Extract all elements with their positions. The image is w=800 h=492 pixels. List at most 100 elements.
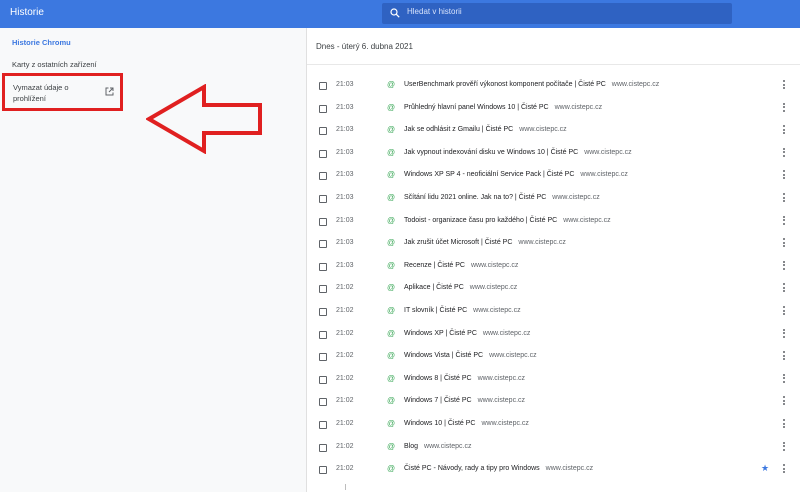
more-actions-icon[interactable] <box>781 79 787 91</box>
row-checkbox[interactable] <box>319 104 327 113</box>
row-checkbox[interactable] <box>319 443 327 452</box>
row-checkbox[interactable] <box>319 353 327 362</box>
page-link[interactable]: Windows XP | Čisté PC www.cistepc.cz <box>404 330 530 337</box>
more-actions-icon[interactable] <box>781 328 787 340</box>
history-row[interactable]: 21:03 @ Jak se odhlásit z Gmailu | Čisté P… <box>307 122 800 145</box>
history-row[interactable]: 21:03 @ Průhledný hlavní panel Windows 10 … <box>307 100 800 123</box>
more-actions-icon[interactable] <box>781 169 787 181</box>
row-checkbox[interactable] <box>319 217 327 226</box>
top-bar: Historie Hledat v historii <box>0 0 800 28</box>
clear-browsing-data-button[interactable]: Vymazat údaje o prohlížení <box>2 73 123 111</box>
visit-time: 21:03 <box>336 216 354 224</box>
more-actions-icon[interactable] <box>781 102 787 114</box>
history-row[interactable]: 21:02 @ Windows Vista | Čisté PC www.cistep… <box>307 348 800 371</box>
row-checkbox[interactable] <box>319 127 327 136</box>
more-actions-icon[interactable] <box>781 395 787 407</box>
history-row[interactable]: 21:02 @ Windows 7 | Čisté PC www.cistepc.cz <box>307 393 800 416</box>
more-actions-icon[interactable] <box>781 282 787 294</box>
row-checkbox[interactable] <box>319 172 327 181</box>
site-favicon-icon: @ <box>387 306 396 315</box>
annotation-arrow <box>146 84 262 154</box>
row-checkbox[interactable] <box>319 262 327 271</box>
search-input[interactable]: Hledat v historii <box>382 3 732 24</box>
site-favicon-icon: @ <box>387 283 396 293</box>
row-checkbox[interactable] <box>319 82 327 90</box>
row-checkbox[interactable] <box>319 195 327 203</box>
more-actions-icon[interactable] <box>781 147 787 159</box>
row-checkbox[interactable] <box>319 308 327 316</box>
page-domain: www.cistepc.cz <box>473 307 521 314</box>
more-actions-icon[interactable] <box>781 192 787 204</box>
history-row[interactable]: 21:03 @ Sčítání lidu 2021 online. Jak na t… <box>307 190 800 213</box>
page-link[interactable]: Recenze | Čisté PC www.cistepc.cz <box>404 262 518 269</box>
history-row[interactable]: 21:03 @ Jak zrušit účet Microsoft | Čisté … <box>307 235 800 258</box>
more-actions-icon[interactable] <box>781 350 787 362</box>
page-domain: www.cistepc.cz <box>482 329 531 337</box>
more-actions-icon[interactable] <box>781 418 787 430</box>
more-actions-icon[interactable] <box>781 373 787 385</box>
page-link[interactable]: Blog www.cistepc.cz <box>404 443 471 450</box>
history-row[interactable]: 21:02 @ IT slovník | Čisté PC www.cistepc.c… <box>307 303 800 326</box>
visit-time: 21:03 <box>336 81 354 88</box>
sidebar-item-chrome-history[interactable]: Historie Chromu <box>12 38 71 47</box>
history-row[interactable]: 21:02 @ Čisté PC - Návody, rady a tipy pro… <box>307 461 800 484</box>
page-domain: www.cistepc.cz <box>469 284 518 292</box>
more-actions-icon[interactable] <box>781 237 787 249</box>
more-actions-icon[interactable] <box>781 463 787 475</box>
page-link[interactable]: Windows XP SP 4 - neoficiální Service Pa… <box>404 171 628 178</box>
row-checkbox[interactable] <box>319 285 327 294</box>
page-title-text: UserBenchmark prověří výkonost komponent… <box>404 81 606 88</box>
more-actions-icon[interactable] <box>781 441 787 453</box>
page-link[interactable]: Jak vypnout indexování disku ve Windows … <box>404 149 632 156</box>
row-checkbox[interactable] <box>319 330 327 339</box>
page-link[interactable]: UserBenchmark prověří výkonost komponent… <box>404 81 659 88</box>
history-row[interactable]: 21:03 @ Recenze | Čisté PC www.cistepc.cz <box>307 258 800 281</box>
history-row[interactable]: 21:03 @ UserBenchmark prověří výkonost kom… <box>307 77 800 100</box>
history-row[interactable]: 21:03 @ Windows XP SP 4 - neoficiální Serv… <box>307 167 800 190</box>
row-checkbox[interactable] <box>319 240 327 249</box>
sidebar-item-other-devices[interactable]: Karty z ostatních zařízení <box>12 60 97 69</box>
more-actions-icon[interactable] <box>781 305 787 317</box>
visit-time: 21:02 <box>336 465 354 473</box>
page-link[interactable]: Windows 8 | Čisté PC www.cistepc.cz <box>404 375 525 382</box>
site-favicon-icon: @ <box>387 238 396 248</box>
page-link[interactable]: Windows Vista | Čisté PC www.cistepc.cz <box>404 352 537 359</box>
row-checkbox[interactable] <box>319 149 327 158</box>
site-favicon-icon: @ <box>387 419 396 428</box>
page-link[interactable]: Jak zrušit účet Microsoft | Čisté PC www.… <box>404 239 566 246</box>
visit-time: 21:02 <box>336 397 354 405</box>
more-actions-icon[interactable] <box>781 215 787 227</box>
history-row[interactable]: 21:02 @ Aplikace | Čisté PC www.cistepc.cz <box>307 280 800 303</box>
page-domain: www.cistepc.cz <box>518 239 566 247</box>
page-domain: www.cistepc.cz <box>424 442 472 450</box>
history-row[interactable]: 21:03 @ Todoist - organizace času pro každ… <box>307 213 800 236</box>
date-header-label: Dnes - úterý 6. dubna 2021 <box>316 42 413 51</box>
row-checkbox[interactable] <box>319 421 327 429</box>
visit-time: 21:03 <box>336 126 354 134</box>
page-domain: www.cistepc.cz <box>545 465 594 473</box>
more-actions-icon[interactable] <box>781 260 787 272</box>
bookmark-star-icon[interactable]: ★ <box>761 463 769 474</box>
page-link[interactable]: Jak se odhlásit z Gmailu | Čisté PC www.c… <box>404 126 567 133</box>
page-link[interactable]: Aplikace | Čisté PC www.cistepc.cz <box>404 284 517 291</box>
row-checkbox[interactable] <box>319 398 327 407</box>
page-link[interactable]: Todoist - organizace času pro každého | … <box>404 217 611 224</box>
page-link[interactable]: Windows 10 | Čisté PC www.cistepc.cz <box>404 420 529 427</box>
page-link[interactable]: IT slovník | Čisté PC www.cistepc.cz <box>404 307 521 314</box>
page-title-text: Windows 7 | Čisté PC <box>404 397 472 405</box>
row-checkbox[interactable] <box>319 375 327 384</box>
page-link[interactable]: Sčítání lidu 2021 online. Jak na to? | Č… <box>404 194 600 201</box>
history-row[interactable]: 21:02 @ Windows XP | Čisté PC www.cistepc.c… <box>307 326 800 349</box>
history-row[interactable]: 21:02 @ Windows 8 | Čisté PC www.cistepc.cz <box>307 371 800 394</box>
page-domain: www.cistepc.cz <box>477 397 526 405</box>
page-link[interactable]: Čisté PC - Návody, rady a tipy pro Windo… <box>404 465 593 472</box>
more-actions-icon[interactable] <box>781 124 787 136</box>
page-link[interactable]: Windows 7 | Čisté PC www.cistepc.cz <box>404 397 525 404</box>
history-row[interactable]: 21:02 @ Windows 10 | Čisté PC www.cistepc.c… <box>307 416 800 439</box>
search-icon <box>390 8 400 18</box>
history-row[interactable]: 21:03 @ Jak vypnout indexování disku ve Wi… <box>307 145 800 168</box>
row-checkbox[interactable] <box>319 466 327 475</box>
visit-time: 21:02 <box>336 352 354 360</box>
history-row[interactable]: 21:02 @ Blog www.cistepc.cz <box>307 439 800 462</box>
page-link[interactable]: Průhledný hlavní panel Windows 10 | Čist… <box>404 104 602 111</box>
